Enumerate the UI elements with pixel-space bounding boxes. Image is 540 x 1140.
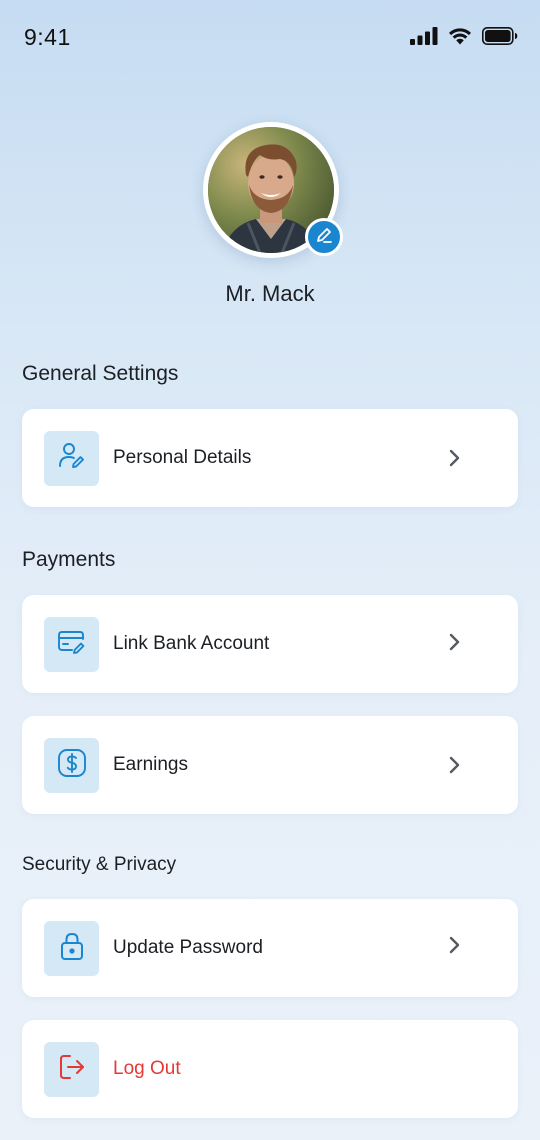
menu-item-link-bank-account[interactable]: Link Bank Account bbox=[22, 595, 518, 693]
menu-item-update-password[interactable]: Update Password bbox=[22, 899, 518, 997]
chevron-right-icon bbox=[446, 756, 464, 774]
menu-item-label: Log Out bbox=[113, 1058, 181, 1079]
icon-box bbox=[44, 431, 99, 486]
icon-box bbox=[44, 617, 99, 672]
menu-item-label: Link Bank Account bbox=[113, 633, 270, 654]
avatar-container[interactable] bbox=[203, 122, 343, 258]
logout-icon bbox=[56, 1051, 88, 1088]
section-title-payments: Payments bbox=[22, 548, 116, 571]
battery-icon bbox=[482, 27, 518, 45]
chevron-right-icon bbox=[446, 936, 464, 954]
status-bar: 9:41 bbox=[0, 0, 540, 74]
icon-box bbox=[44, 1042, 99, 1097]
menu-item-label: Personal Details bbox=[113, 447, 252, 468]
signal-icon bbox=[410, 27, 438, 45]
menu-item-personal-details[interactable]: Personal Details bbox=[22, 409, 518, 507]
edit-avatar-button[interactable] bbox=[305, 218, 343, 256]
menu-item-log-out[interactable]: Log Out bbox=[22, 1020, 518, 1118]
dollar-icon bbox=[56, 747, 88, 784]
icon-box bbox=[44, 921, 99, 976]
profile-name: Mr. Mack bbox=[225, 281, 315, 306]
menu-item-label: Update Password bbox=[113, 937, 263, 958]
menu-item-earnings[interactable]: Earnings bbox=[22, 716, 518, 814]
wifi-icon bbox=[448, 27, 472, 45]
status-icons bbox=[410, 27, 518, 45]
lock-icon bbox=[56, 930, 88, 967]
pen-icon bbox=[314, 225, 334, 250]
chevron-right-icon bbox=[446, 449, 464, 467]
icon-box bbox=[44, 738, 99, 793]
user-edit-icon bbox=[56, 440, 88, 477]
section-title-general: General Settings bbox=[22, 362, 179, 385]
card-edit-icon bbox=[56, 626, 88, 663]
section-title-security: Security & Privacy bbox=[22, 854, 177, 875]
menu-item-label: Earnings bbox=[113, 754, 188, 775]
chevron-right-icon bbox=[446, 633, 464, 651]
status-time: 9:41 bbox=[24, 24, 71, 50]
